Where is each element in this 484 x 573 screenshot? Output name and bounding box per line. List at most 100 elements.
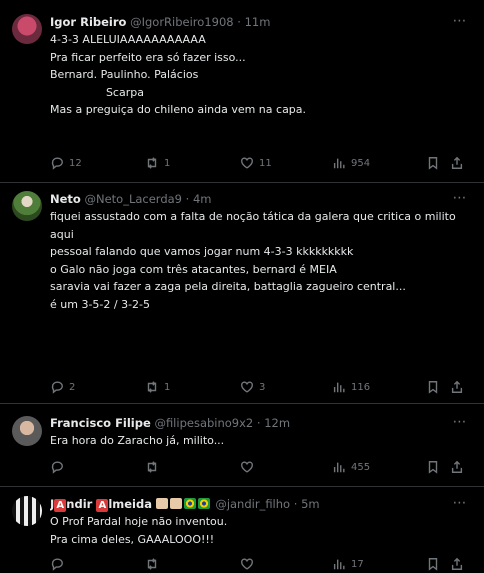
avatar[interactable] (12, 496, 42, 526)
repost-icon (147, 461, 157, 473)
tweet-header: Igor Ribeiro @IgorRibeiro1908 · 11m (50, 14, 450, 30)
repost-count: 1 (164, 381, 171, 393)
text-line: pessoal falando que vamos jogar num 4-3-… (50, 245, 354, 258)
bookmark-button[interactable] (426, 379, 440, 395)
bookmark-button[interactable] (426, 459, 440, 475)
tweet-header: J Andir Almeida @jandir_filho · 5m (50, 496, 450, 512)
timestamp[interactable]: 5m (301, 497, 320, 511)
more-options-icon[interactable]: ⋯ (450, 191, 468, 209)
text-line: fiquei assustado com a falta de noção tá… (50, 210, 456, 223)
reply-count: 2 (69, 381, 76, 393)
text-line: Era hora do Zaracho já, milito... (50, 434, 225, 447)
like-count: 3 (259, 381, 266, 393)
repost-button[interactable]: 1 (145, 379, 170, 395)
bookmark-button[interactable] (426, 155, 440, 171)
tweet-header: Francisco Filipe @filipesabino9x2 · 12m (50, 415, 450, 431)
timestamp[interactable]: 11m (245, 15, 271, 29)
views-count: 954 (351, 157, 371, 169)
share-button[interactable] (450, 459, 464, 475)
reply-button[interactable] (50, 459, 64, 475)
tweet-actions: 17 (50, 556, 470, 572)
like-count: 11 (259, 157, 272, 169)
avatar[interactable] (12, 416, 42, 446)
repost-button[interactable]: 1 (145, 155, 170, 171)
tweet[interactable]: Francisco Filipe @filipesabino9x2 · 12m … (0, 404, 484, 487)
repost-icon (147, 157, 157, 169)
views-icon (333, 462, 345, 473)
tweet-actions: 12 1 11 954 (50, 155, 470, 171)
views-button[interactable]: 17 (332, 556, 364, 572)
text-line: O Prof Pardal hoje não inventou. (50, 515, 228, 528)
views-icon (333, 158, 345, 169)
share-button[interactable] (450, 379, 464, 395)
bookmark-icon (428, 157, 438, 170)
bookmark-button[interactable] (426, 556, 440, 572)
tweet-actions: 2 1 3 116 (50, 379, 470, 395)
more-options-icon[interactable]: ⋯ (450, 415, 468, 433)
more-options-icon[interactable]: ⋯ (450, 14, 468, 32)
heart-icon (241, 461, 253, 473)
separator: · (237, 15, 241, 29)
views-button[interactable]: 954 (332, 155, 370, 171)
text-line: é um 3-5-2 / 3-2-5 (50, 297, 151, 311)
tweet[interactable]: J Andir Almeida @jandir_filho · 5m ⋯ O Pr… (0, 487, 484, 573)
avatar[interactable] (12, 14, 42, 44)
like-button[interactable] (240, 459, 254, 475)
avatar[interactable] (12, 191, 42, 221)
author-name[interactable]: Neto (50, 192, 81, 206)
reply-icon (51, 461, 63, 474)
text-line: saravia vai fazer a zaga pela direita, b… (50, 280, 406, 293)
reply-icon (51, 157, 63, 170)
timestamp[interactable]: 12m (264, 416, 290, 430)
author-handle[interactable]: @Neto_Lacerda9 (84, 192, 182, 206)
text-line: Bernard. Paulinho. Palácios (50, 68, 199, 81)
repost-button[interactable] (145, 459, 159, 475)
share-button[interactable] (450, 556, 464, 572)
views-button[interactable]: 455 (332, 459, 370, 475)
views-count: 455 (351, 461, 371, 473)
brazil-flag-icon (197, 498, 210, 509)
tweet-text: O Prof Pardal hoje não inventou. Pra cim… (50, 513, 470, 548)
brazil-flag-icon (183, 498, 196, 509)
bookmark-icon (428, 558, 438, 571)
like-button[interactable]: 3 (240, 379, 265, 395)
share-icon (451, 557, 463, 570)
person-emoji-icon (169, 498, 182, 509)
text-line: o Galo não joga com três atacantes, bern… (50, 262, 337, 276)
tweet-text: 4-3-3 ALELUIAAAAAAAAAAA Pra ficar perfei… (50, 31, 470, 119)
share-icon (451, 380, 463, 393)
timestamp[interactable]: 4m (193, 192, 212, 206)
reply-button[interactable] (50, 556, 64, 572)
person-emoji-icon (155, 498, 168, 509)
author-name[interactable]: J Andir Almeida (50, 497, 152, 512)
tweet-text: fiquei assustado com a falta de noção tá… (50, 208, 470, 313)
text-line: Mas a preguiça do chileno ainda vem na c… (50, 103, 307, 116)
letter-a-emoji: A (96, 499, 109, 512)
repost-button[interactable] (145, 556, 159, 572)
repost-icon (147, 381, 157, 393)
views-count: 17 (351, 558, 364, 570)
views-button[interactable]: 116 (332, 379, 370, 395)
views-count: 116 (351, 381, 371, 393)
separator: · (185, 192, 190, 206)
text-line: Pra cima deles, GAAALOOO!!! (50, 532, 215, 546)
share-icon (451, 156, 463, 169)
like-button[interactable]: 11 (240, 155, 272, 171)
author-name[interactable]: Francisco Filipe (50, 416, 151, 430)
like-button[interactable] (240, 556, 254, 572)
more-options-icon[interactable]: ⋯ (450, 496, 468, 514)
author-handle[interactable]: @filipesabino9x2 (154, 416, 253, 430)
reply-button[interactable]: 2 (50, 379, 75, 395)
author-handle[interactable]: @jandir_filho (215, 497, 290, 511)
bookmark-icon (428, 461, 438, 474)
tweet[interactable]: Neto @Neto_Lacerda9 · 4m ⋯ fiquei assust… (0, 183, 484, 404)
author-name[interactable]: Igor Ribeiro (50, 15, 126, 29)
author-handle[interactable]: @IgorRibeiro1908 (130, 15, 234, 29)
reply-button[interactable]: 12 (50, 155, 82, 171)
heart-icon (241, 157, 253, 169)
share-button[interactable] (450, 155, 464, 171)
reply-icon (51, 558, 63, 571)
reply-count: 12 (69, 157, 82, 169)
tweet[interactable]: Igor Ribeiro @IgorRibeiro1908 · 11m ⋯ 4-… (0, 0, 484, 183)
views-icon (333, 559, 345, 570)
